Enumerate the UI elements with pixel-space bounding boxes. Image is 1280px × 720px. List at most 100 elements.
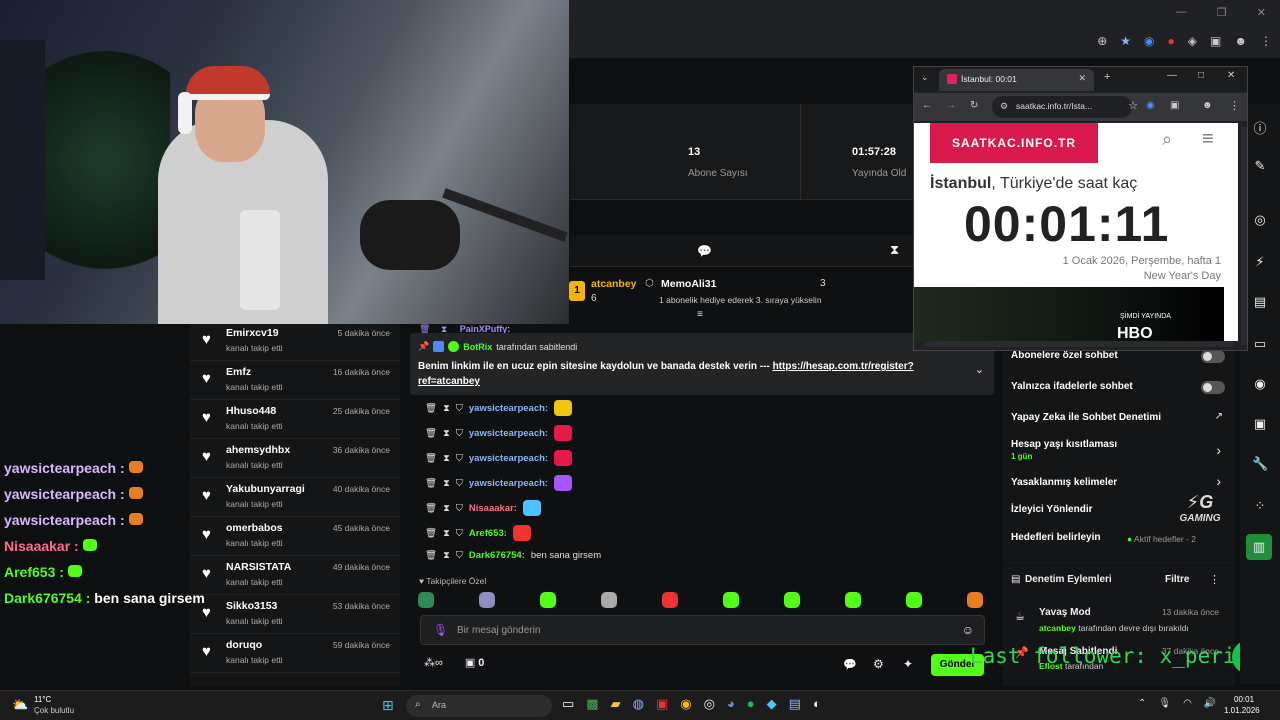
follower-name[interactable]: NARSISTATA <box>226 561 291 573</box>
volume-icon[interactable]: 🔊 <box>1204 698 1216 709</box>
hamburger-menu-icon[interactable]: ≡ <box>1202 128 1214 151</box>
pinned-author[interactable]: BotRix <box>463 342 492 352</box>
setting-goals[interactable]: Hedefleri belirleyin <box>1011 532 1100 543</box>
search-icon[interactable]: ⌕ <box>1162 129 1172 150</box>
discord-icon[interactable]: ◕ <box>727 696 735 712</box>
horizontal-scrollbar[interactable] <box>924 341 1234 347</box>
extension-icon[interactable]: ● <box>1168 34 1175 48</box>
trash-icon[interactable]: 🗑 <box>425 478 437 489</box>
emote-icon[interactable] <box>418 592 434 608</box>
site-logo[interactable]: SAATKAC.INFO.TR <box>930 123 1098 163</box>
task-view-icon[interactable]: ▭ <box>562 696 574 712</box>
extension-icon[interactable]: ◉ <box>1144 34 1154 48</box>
trash-icon[interactable]: 🗑 <box>425 528 437 539</box>
maximize-icon[interactable]: ❐ <box>1217 6 1227 19</box>
follower-row[interactable]: ♥ omerbabos kanalı takip etti 45 dakika önc… <box>190 517 400 556</box>
emote-icon[interactable] <box>479 592 495 608</box>
maximize-icon[interactable]: □ <box>1198 70 1204 81</box>
chat-username[interactable]: yawsictearpeach: <box>469 478 548 489</box>
subscribers-only-toggle[interactable] <box>1201 350 1225 363</box>
emoji-icon[interactable]: ☺ <box>962 623 974 637</box>
chevron-right-icon[interactable]: › <box>1216 442 1221 458</box>
trash-icon[interactable]: 🗑 <box>425 453 437 464</box>
filter-button[interactable]: Filtre <box>1165 574 1189 585</box>
chat-bubble-icon[interactable]: 💬 <box>843 658 857 671</box>
capcut-icon[interactable]: ▣ <box>656 696 668 712</box>
back-icon[interactable]: ← <box>922 100 932 111</box>
timeout-icon[interactable]: ⧗ <box>443 528 450 539</box>
zoom-icon[interactable]: ⊕ <box>1097 34 1107 48</box>
follower-row[interactable]: ♥ Emfz kanalı takip etti 16 dakika önce <box>190 361 400 400</box>
follower-row[interactable]: ♥ Sikko3153 kanalı takip etti 53 dakika önc… <box>190 595 400 634</box>
chrome-icon[interactable]: ◉ <box>680 696 691 712</box>
lightning-icon[interactable]: ⚡ <box>1252 254 1268 270</box>
spotify-icon[interactable]: ● <box>747 696 755 712</box>
advertisement-banner[interactable]: ŞİMDİ YAYINDA HBO <box>914 287 1224 342</box>
folder-icon[interactable]: ▰ <box>611 696 621 712</box>
timeout-icon[interactable]: ⧗ <box>443 503 450 514</box>
timeout-icon[interactable]: ⧗ <box>443 478 450 489</box>
chat-username[interactable]: yawsictearpeach: <box>469 403 548 414</box>
trash-icon[interactable]: 🗑 <box>425 403 437 414</box>
follower-name[interactable]: Sikko3153 <box>226 600 277 612</box>
pencil-icon[interactable]: ✎ <box>1252 158 1268 174</box>
emotes-only-toggle[interactable] <box>1201 381 1225 394</box>
document-icon[interactable]: ▤ <box>1252 294 1268 310</box>
profile-icon[interactable]: ☻ <box>1202 100 1213 111</box>
points-icon[interactable]: ⁂∞ <box>424 656 443 669</box>
follower-row[interactable]: ♥ Hhuso448 kanalı takip etti 25 dakika önce <box>190 400 400 439</box>
follower-row[interactable]: ♥ NARSISTATA kanalı takip etti 49 dakika ön… <box>190 556 400 595</box>
settings-icon[interactable]: ◎ <box>1252 212 1268 228</box>
new-tab-icon[interactable]: + <box>1104 71 1110 83</box>
emote-icon[interactable] <box>662 592 678 608</box>
puzzle-icon[interactable]: ▣ <box>1210 34 1221 48</box>
chevron-down-icon[interactable]: ⌄ <box>975 363 984 376</box>
external-link-icon[interactable]: ↗ <box>1215 411 1223 422</box>
app-icon[interactable]: ◆ <box>767 696 777 712</box>
emote-icon[interactable] <box>967 592 983 608</box>
follower-name[interactable]: omerbabos <box>226 522 283 534</box>
follower-row[interactable]: ♥ ahemsydhbx kanalı takip etti 36 dakika ön… <box>190 439 400 478</box>
bookmark-star-icon[interactable]: ☆ <box>1128 99 1138 112</box>
kick-app-icon[interactable]: ▥ <box>1246 534 1272 560</box>
emote-icon[interactable] <box>784 592 800 608</box>
follower-row[interactable]: ♥ Yakubunyarragi kanalı takip etti 40 dakik… <box>190 478 400 517</box>
info-icon[interactable]: ⓘ <box>1252 118 1268 136</box>
chat-username[interactable]: Aref653: <box>469 528 507 539</box>
more-icon[interactable]: ⋮ <box>1209 573 1220 586</box>
menu-icon[interactable]: ⋮ <box>1229 99 1240 112</box>
follower-name[interactable]: doruqo <box>226 639 262 651</box>
profile-icon[interactable]: ☻ <box>1234 34 1247 48</box>
emote-icon[interactable] <box>845 592 861 608</box>
chat-username[interactable]: yawsictearpeach: <box>469 453 548 464</box>
leader-name[interactable]: atcanbey <box>591 278 637 290</box>
address-bar[interactable]: ⚙ saatkac.info.tr/Ista... ☆ <box>992 96 1138 118</box>
timeout-icon[interactable]: ⧗ <box>443 550 450 561</box>
windows-start-icon[interactable]: ⊞ <box>382 697 394 714</box>
microphone-icon[interactable]: 🎙 <box>1158 698 1171 709</box>
scrollbar[interactable] <box>1241 127 1247 345</box>
clock-time[interactable]: 00:01 <box>1234 695 1254 704</box>
chat-input[interactable]: 🎙 Bir mesaj gönderin ☺ <box>420 615 985 645</box>
minimize-icon[interactable]: — <box>1167 70 1177 81</box>
tab-list-icon[interactable]: ⌄ <box>921 72 929 83</box>
extension-icon[interactable]: ◉ <box>1146 100 1155 111</box>
minecraft-icon[interactable]: ▩ <box>586 696 598 712</box>
bookmark-star-icon[interactable]: ★ <box>1120 34 1131 48</box>
minimize-icon[interactable]: — <box>1176 6 1187 19</box>
github-icon[interactable]: ◎ <box>704 696 715 712</box>
site-info-icon[interactable]: ⚙ <box>1000 101 1008 112</box>
close-tab-icon[interactable]: ✕ <box>1078 73 1086 84</box>
forward-icon[interactable]: → <box>946 100 956 111</box>
follower-name[interactable]: Yakubunyarragi <box>226 483 305 495</box>
emote-icon[interactable] <box>601 592 617 608</box>
modlog-actor[interactable]: atcanbey <box>1039 623 1076 633</box>
steam-icon[interactable]: ◍ <box>633 696 644 712</box>
chat-username[interactable]: Dark676754: <box>469 550 525 561</box>
follower-name[interactable]: Emfz <box>226 366 251 378</box>
follower-name[interactable]: Hhuso448 <box>226 405 276 417</box>
wrench-icon[interactable]: 🔧 <box>1252 456 1268 472</box>
chat-username[interactable]: yawsictearpeach: <box>469 428 548 439</box>
mod-icon[interactable]: ✦ <box>903 657 913 671</box>
timeout-icon[interactable]: ⧗ <box>443 403 450 414</box>
